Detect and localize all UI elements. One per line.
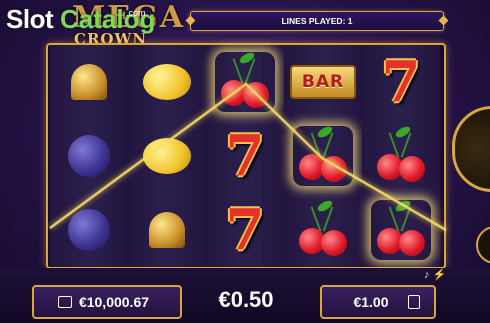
cherry-icon — [206, 45, 284, 119]
spin-button[interactable] — [452, 106, 490, 192]
reel-3: 7 7 — [206, 45, 285, 267]
win-amount: €0.50 — [218, 287, 274, 312]
watermark-com: .com — [126, 8, 146, 18]
seven-icon: 7 — [225, 197, 265, 263]
autoplay-button[interactable] — [476, 226, 490, 264]
cherry-icon — [284, 193, 362, 267]
bet-selector[interactable]: €1.00 — [320, 285, 436, 319]
balance-display: €10,000.67 — [32, 285, 182, 319]
seven-icon: 7 — [381, 49, 421, 115]
cherry-icon — [284, 119, 362, 193]
cherry-icon — [362, 119, 440, 193]
reel-1 — [50, 45, 129, 267]
reel-2 — [128, 45, 207, 267]
balance-value: €10,000.67 — [78, 294, 150, 310]
plum-icon — [50, 193, 128, 267]
watermark-slot: Slot — [6, 4, 54, 34]
music-note-icon[interactable]: ♪ ⚡ — [424, 268, 446, 281]
lines-played-banner: LINES PLAYED: 1 — [185, 11, 449, 31]
bell-icon — [50, 45, 128, 119]
reel-frame: 7 7 BAR 7 — [46, 43, 446, 269]
lemon-icon — [128, 45, 206, 119]
plum-icon — [50, 119, 128, 193]
bar-icon: BAR — [284, 45, 362, 119]
reel-4: BAR — [284, 45, 363, 267]
bell-icon — [128, 193, 206, 267]
reel-5: 7 — [362, 45, 440, 267]
cherry-icon — [362, 193, 440, 267]
coins-icon — [408, 295, 420, 309]
lines-played-text: LINES PLAYED: 1 — [281, 16, 353, 26]
lemon-icon — [128, 119, 206, 193]
seven-icon: 7 — [225, 123, 265, 189]
